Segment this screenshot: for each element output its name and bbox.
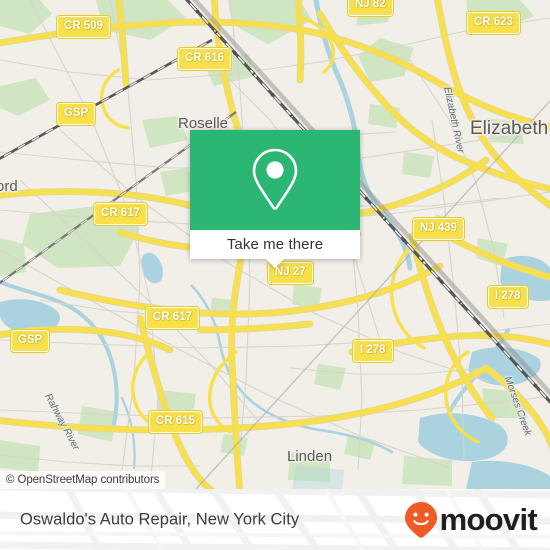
place-popup-card[interactable]: Take me there (190, 130, 360, 268)
moovit-place-map-screenshot: Roselle Elizabeth Linden ord Elizabeth R… (0, 0, 550, 550)
moovit-wordmark: moovit (439, 502, 538, 537)
place-title: Oswaldo's Auto Repair, New York City (20, 510, 300, 528)
map-pin-icon (252, 148, 298, 210)
popup-tail-pointer (266, 259, 284, 268)
moovit-logo[interactable]: moovit (404, 501, 538, 539)
map-viewport[interactable]: Roselle Elizabeth Linden ord Elizabeth R… (0, 0, 550, 489)
moovit-pin-icon (404, 501, 437, 538)
osm-attribution[interactable]: © OpenStreetMap contributors (0, 471, 166, 489)
popup-footer[interactable]: Take me there (190, 230, 360, 268)
take-me-there-label: Take me there (226, 236, 324, 253)
bottom-info-bar: Oswaldo's Auto Repair, New York City moo… (0, 489, 550, 550)
popup-header (190, 130, 360, 230)
